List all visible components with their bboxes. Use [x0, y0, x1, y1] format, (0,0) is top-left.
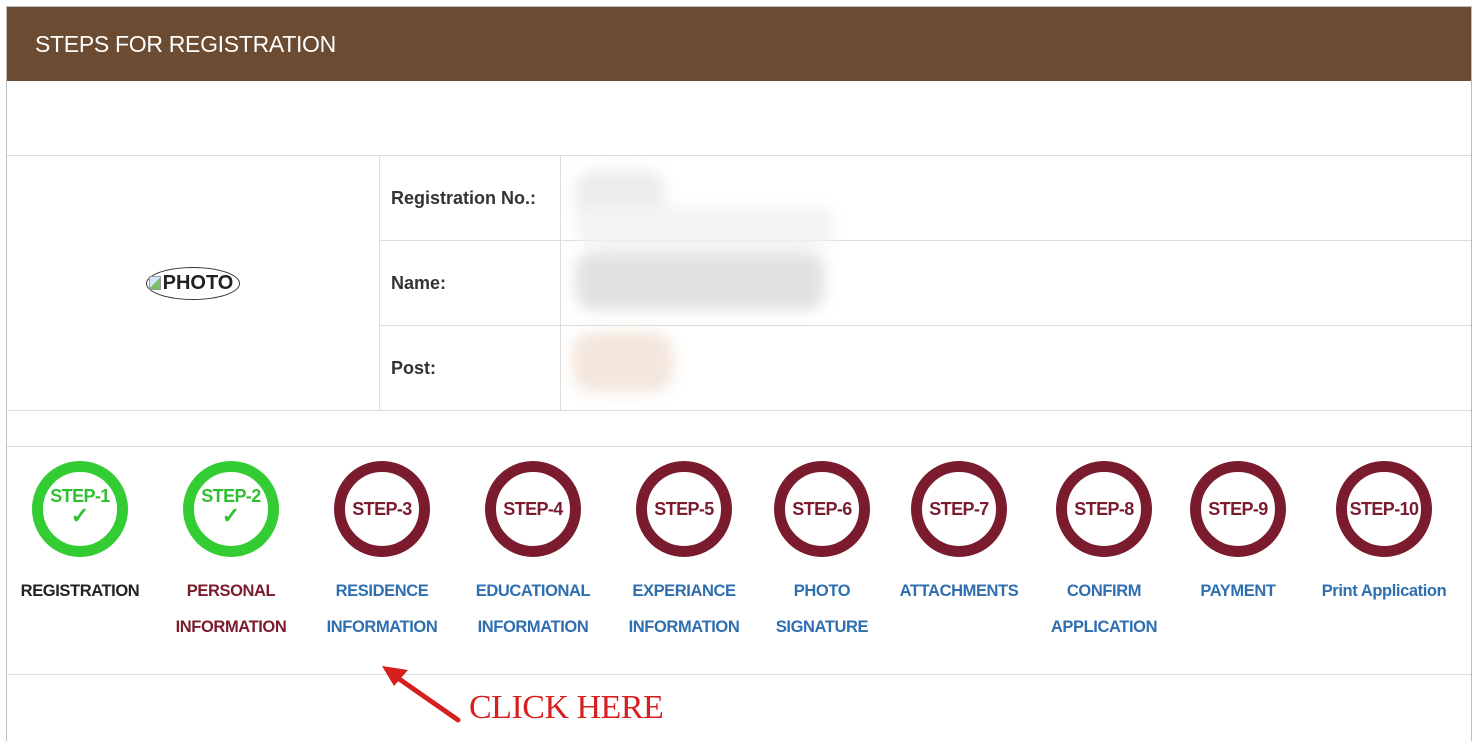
steps-row: STEP-1 ✓ REGISTRATION STEP-2 ✓ PERSONAL I…	[7, 447, 1471, 675]
detail-row-post: Post:	[380, 326, 1471, 410]
details-table: Registration No.: Name: Post:	[380, 156, 1471, 410]
step-label[interactable]: PAYMENT	[1200, 573, 1276, 609]
photo-cell: PHOTO	[7, 156, 380, 410]
photo-alt-text: PHOTO	[162, 271, 234, 294]
step-7[interactable]: STEP-7 ATTACHMENTS	[884, 461, 1034, 609]
name-value	[561, 241, 1471, 325]
check-icon: ✓	[221, 502, 241, 528]
step-circle: STEP-3	[334, 461, 430, 557]
step-5[interactable]: STEP-5 EXPERIANCE INFORMATION	[609, 461, 759, 645]
step-label[interactable]: EXPERIANCE INFORMATION	[629, 573, 740, 645]
broken-image-icon	[148, 276, 161, 290]
step-label[interactable]: PHOTO SIGNATURE	[776, 573, 869, 645]
applicant-info: PHOTO Registration No.: Name: Post:	[7, 156, 1471, 411]
gap-row	[7, 411, 1471, 447]
step-circle: STEP-6	[774, 461, 870, 557]
spacer-row	[7, 81, 1471, 156]
step-circle: STEP-1 ✓	[32, 461, 128, 557]
step-circle: STEP-2 ✓	[183, 461, 279, 557]
step-6[interactable]: STEP-6 PHOTO SIGNATURE	[747, 461, 897, 645]
step-8[interactable]: STEP-8 CONFIRM APPLICATION	[1029, 461, 1179, 645]
check-icon: ✓	[70, 502, 90, 528]
detail-row-name: Name:	[380, 241, 1471, 326]
applicant-photo: PHOTO	[145, 266, 241, 300]
step-circle: STEP-8	[1056, 461, 1152, 557]
step-label: PERSONAL INFORMATION	[175, 582, 287, 636]
registration-no-value	[561, 156, 1471, 246]
registration-no-label: Registration No.:	[380, 156, 561, 240]
panel-header: STEPS FOR REGISTRATION	[7, 7, 1471, 81]
post-label: Post:	[380, 326, 561, 410]
step-10[interactable]: STEP-10 Print Application	[1309, 461, 1459, 609]
step-circle: STEP-4	[485, 461, 581, 557]
step-circle: STEP-10	[1336, 461, 1432, 557]
click-here-row: CLICK HERE	[7, 675, 1471, 735]
step-circle: STEP-7	[911, 461, 1007, 557]
step-4[interactable]: STEP-4 EDUCATIONAL INFORMATION	[458, 461, 608, 645]
click-here-annotation: CLICK HERE	[469, 689, 664, 726]
post-value	[561, 326, 1471, 410]
step-3[interactable]: STEP-3 RESIDENCE INFORMATION	[307, 461, 457, 645]
step-label[interactable]: ATTACHMENTS	[900, 573, 1019, 609]
step-label[interactable]: EDUCATIONAL INFORMATION	[476, 573, 591, 645]
step-label[interactable]: CONFIRM APPLICATION	[1051, 573, 1158, 645]
step-label[interactable]: Print Application	[1322, 573, 1447, 609]
name-label: Name:	[380, 241, 561, 325]
step-circle: STEP-9	[1190, 461, 1286, 557]
step-1[interactable]: STEP-1 ✓ REGISTRATION	[7, 461, 155, 609]
red-arrow-icon	[382, 666, 461, 723]
step-2[interactable]: STEP-2 ✓ PERSONAL INFORMATION	[156, 461, 306, 645]
step-9[interactable]: STEP-9 PAYMENT	[1163, 461, 1313, 609]
registration-panel: STEPS FOR REGISTRATION PHOTO Registratio…	[6, 6, 1472, 741]
panel-title: STEPS FOR REGISTRATION	[35, 30, 336, 57]
step-circle: STEP-5	[636, 461, 732, 557]
step-label[interactable]: RESIDENCE INFORMATION	[327, 573, 438, 645]
step-label: REGISTRATION	[20, 582, 140, 600]
detail-row-registration: Registration No.:	[380, 156, 1471, 246]
